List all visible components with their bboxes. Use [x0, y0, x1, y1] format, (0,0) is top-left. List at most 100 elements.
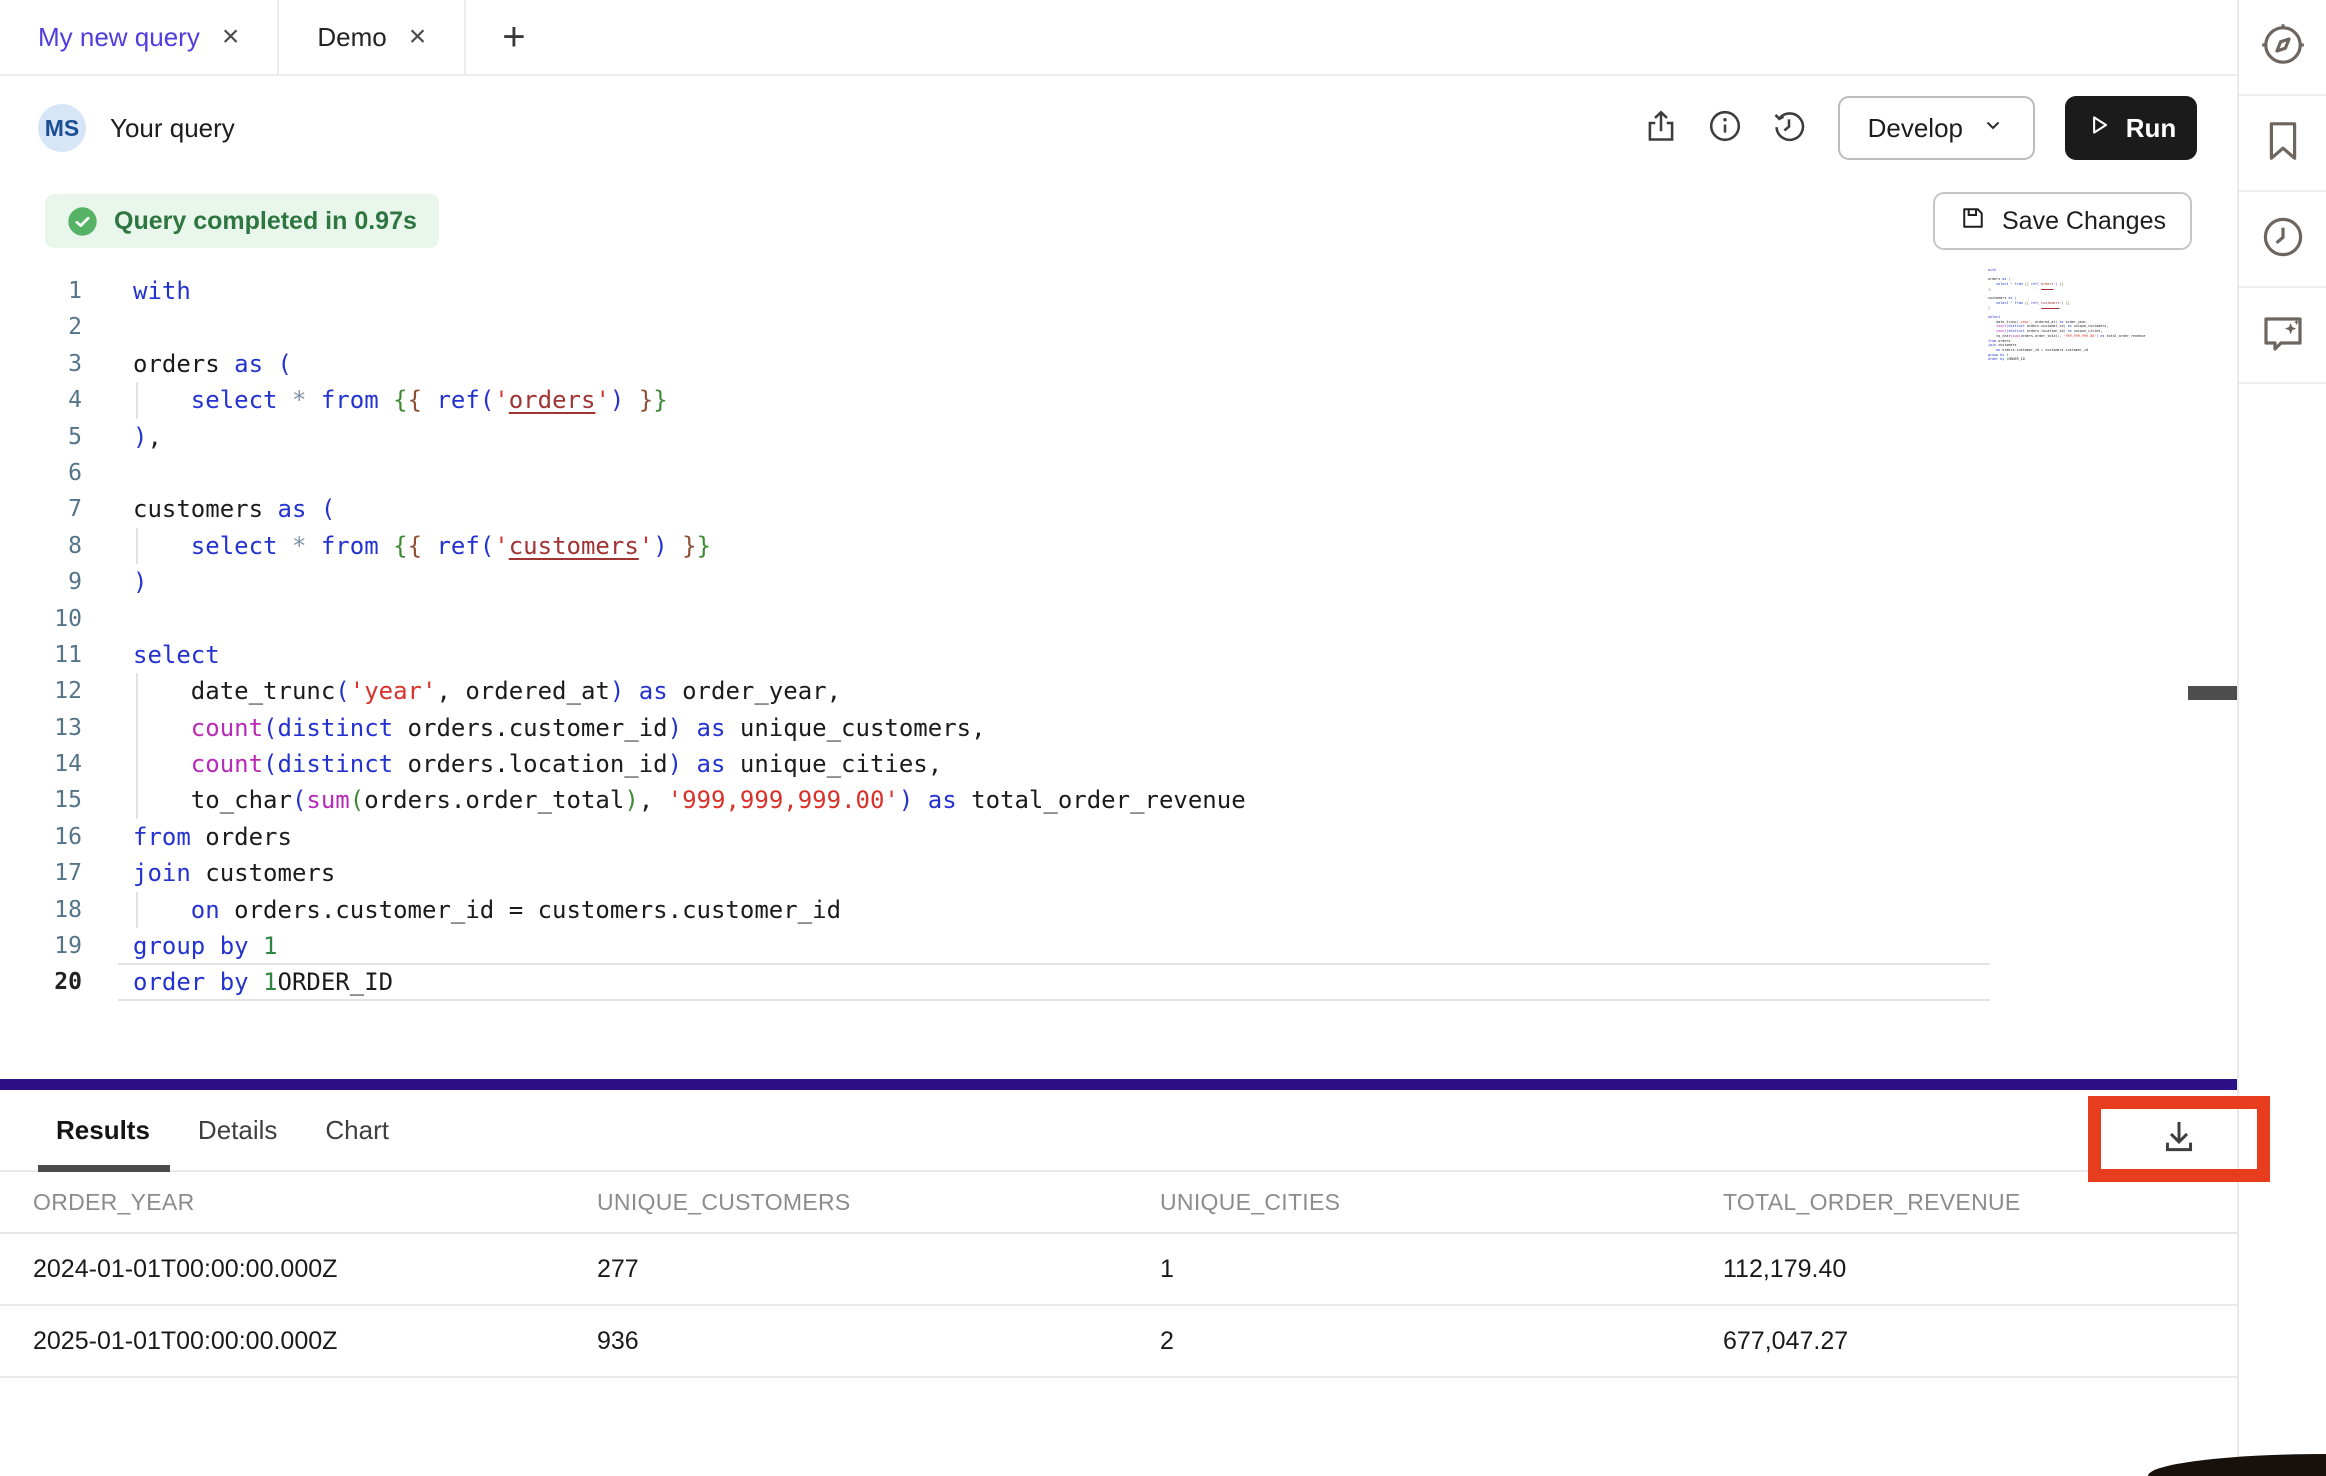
tab-demo[interactable]: Demo × — [279, 0, 466, 74]
line-number: 2 — [0, 309, 118, 345]
code-line[interactable]: 12 date_trunc('year', ordered_at) as ord… — [0, 673, 2237, 709]
editor-minimap[interactable]: with orders as ( select * from {{ ref('o… — [1988, 268, 2158, 362]
code-text: customers as ( — [118, 491, 335, 527]
code-line[interactable]: 3orders as ( — [0, 346, 2237, 382]
new-tab-button[interactable]: + — [466, 0, 561, 74]
code-text: select * from {{ ref('orders') }} — [118, 382, 668, 418]
line-number: 18 — [0, 892, 118, 928]
sql-editor[interactable]: 1with23orders as (4 select * from {{ ref… — [0, 262, 2237, 1079]
close-icon[interactable]: × — [222, 22, 240, 52]
save-changes-label: Save Changes — [2002, 207, 2166, 236]
line-number: 7 — [0, 491, 118, 527]
code-line[interactable]: 10 — [0, 601, 2237, 637]
develop-dropdown[interactable]: Develop — [1838, 96, 2035, 160]
line-number: 14 — [0, 746, 118, 782]
code-text: group by 1 — [118, 928, 278, 964]
run-button[interactable]: Run — [2065, 96, 2197, 160]
code-line[interactable]: 15 to_char(sum(orders.order_total), '999… — [0, 782, 2237, 818]
info-button[interactable] — [1702, 105, 1748, 151]
line-number: 12 — [0, 673, 118, 709]
table-cell: 1 — [1160, 1255, 1723, 1284]
main-column: My new query × Demo × + MS Your query — [0, 0, 2237, 1476]
code-line[interactable]: 11select — [0, 637, 2237, 673]
tab-label: My new query — [38, 22, 200, 53]
code-text: with — [118, 273, 191, 309]
table-cell: 112,179.40 — [1723, 1255, 2237, 1284]
plus-icon: + — [502, 15, 525, 60]
table-cell: 677,047.27 — [1723, 1327, 2237, 1356]
line-number: 1 — [0, 273, 118, 309]
code-text: ), — [118, 419, 162, 455]
page-title: Your query — [110, 113, 235, 144]
sidebar-item-ai-chat[interactable] — [2239, 288, 2326, 384]
floppy-disk-icon — [1959, 204, 1987, 239]
editor-tabbar: My new query × Demo × + — [0, 0, 2237, 76]
run-label: Run — [2126, 113, 2177, 144]
table-row[interactable]: 2025-01-01T00:00:00.000Z9362677,047.27 — [0, 1306, 2237, 1378]
share-button[interactable] — [1638, 105, 1684, 151]
save-changes-button[interactable]: Save Changes — [1933, 192, 2192, 250]
code-line[interactable]: 1with — [0, 273, 2237, 309]
download-icon — [2158, 1115, 2200, 1162]
right-sidebar — [2237, 0, 2326, 1476]
results-table-header: ORDER_YEARUNIQUE_CUSTOMERSUNIQUE_CITIEST… — [0, 1172, 2237, 1234]
code-line[interactable]: 8 select * from {{ ref('customers') }} — [0, 528, 2237, 564]
code-text: on orders.customer_id = customers.custom… — [118, 892, 841, 928]
code-text: from orders — [118, 819, 292, 855]
line-number: 17 — [0, 855, 118, 891]
column-header: TOTAL_ORDER_REVENUE — [1723, 1189, 2237, 1216]
results-tab-results[interactable]: Results — [56, 1115, 150, 1146]
code-line[interactable]: 7customers as ( — [0, 491, 2237, 527]
pane-resize-handle[interactable] — [0, 1079, 2237, 1090]
code-line[interactable]: 17join customers — [0, 855, 2237, 891]
tab-label: Demo — [317, 22, 386, 53]
line-number: 16 — [0, 819, 118, 855]
code-line[interactable]: 16from orders — [0, 819, 2237, 855]
line-number: 4 — [0, 382, 118, 418]
code-line[interactable]: 2 — [0, 309, 2237, 345]
query-header: MS Your query Develop Run — [0, 76, 2237, 180]
code-line[interactable]: 5), — [0, 419, 2237, 455]
app-window: My new query × Demo × + MS Your query — [0, 0, 2326, 1476]
code-text — [118, 601, 133, 637]
active-tab-underline — [38, 1165, 170, 1172]
compass-icon — [2259, 21, 2307, 74]
column-header: ORDER_YEAR — [33, 1189, 597, 1216]
history-button[interactable] — [1766, 105, 1812, 151]
tab-my-new-query[interactable]: My new query × — [0, 0, 279, 74]
code-line[interactable]: 4 select * from {{ ref('orders') }} — [0, 382, 2237, 418]
scrollbar-handle[interactable] — [2188, 686, 2237, 700]
code-text: count(distinct orders.location_id) as un… — [118, 746, 942, 782]
bookmark-icon — [2259, 117, 2307, 170]
column-header: UNIQUE_CUSTOMERS — [597, 1189, 1160, 1216]
sidebar-item-history[interactable] — [2239, 192, 2326, 288]
code-line[interactable]: 19group by 1 — [0, 928, 2237, 964]
chat-sparkle-icon — [2259, 309, 2307, 362]
query-status-badge: Query completed in 0.97s — [45, 194, 439, 248]
results-tab-chart[interactable]: Chart — [325, 1115, 389, 1146]
results-tab-details[interactable]: Details — [198, 1115, 277, 1146]
code-text: to_char(sum(orders.order_total), '999,99… — [118, 782, 1246, 818]
close-icon[interactable]: × — [409, 22, 427, 52]
table-row[interactable]: 2024-01-01T00:00:00.000Z2771112,179.40 — [0, 1234, 2237, 1306]
code-text — [118, 455, 133, 491]
line-number: 6 — [0, 455, 118, 491]
sidebar-item-explore[interactable] — [2239, 0, 2326, 96]
code-line[interactable]: 18 on orders.customer_id = customers.cus… — [0, 892, 2237, 928]
code-text: count(distinct orders.customer_id) as un… — [118, 710, 986, 746]
table-cell: 277 — [597, 1255, 1160, 1284]
table-cell: 2025-01-01T00:00:00.000Z — [33, 1327, 597, 1356]
code-text: select * from {{ ref('customers') }} — [118, 528, 711, 564]
code-lines[interactable]: 1with23orders as (4 select * from {{ ref… — [0, 273, 2237, 1001]
table-cell: 936 — [597, 1327, 1160, 1356]
table-cell: 2 — [1160, 1327, 1723, 1356]
code-line[interactable]: 14 count(distinct orders.location_id) as… — [0, 746, 2237, 782]
sidebar-item-bookmarks[interactable] — [2239, 96, 2326, 192]
info-icon — [1707, 108, 1743, 149]
line-number: 20 — [0, 964, 118, 1000]
code-line[interactable]: 9) — [0, 564, 2237, 600]
line-number: 3 — [0, 346, 118, 382]
code-line[interactable]: 20order by 1ORDER_ID — [0, 964, 2237, 1000]
code-line[interactable]: 13 count(distinct orders.customer_id) as… — [0, 710, 2237, 746]
code-line[interactable]: 6 — [0, 455, 2237, 491]
